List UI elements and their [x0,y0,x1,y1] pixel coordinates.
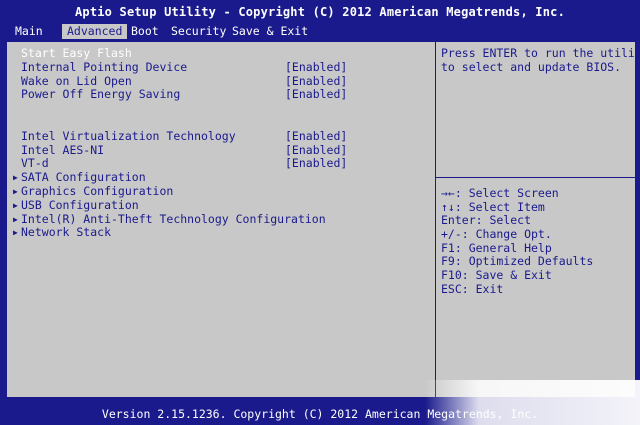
submenu-usb-configuration[interactable]: ▶ USB Configuration [13,199,433,212]
submenu-arrow-icon: ▶ [13,187,18,196]
tab-advanced[interactable]: Advanced [62,24,128,39]
key-enter: Enter: Select [441,213,532,228]
submenu-label: USB Configuration [21,198,139,212]
setup-panel: Start Easy Flash Internal Pointing Devic… [6,41,640,398]
setting-vt-d[interactable]: VT-d [Enabled] [13,157,433,170]
setting-label: Intel Virtualization Technology [21,129,236,143]
tab-main[interactable]: Main [10,24,48,39]
submenu-arrow-icon: ▶ [13,173,18,182]
submenu-arrow-icon: ▶ [13,228,18,237]
submenu-label: Graphics Configuration [21,184,174,198]
setting-internal-pointing-device[interactable]: Internal Pointing Device [Enabled] [13,61,433,74]
watermark-overlay [425,380,640,425]
submenu-graphics-configuration[interactable]: ▶ Graphics Configuration [13,185,433,198]
key-select-screen: →←: Select Screen [441,186,559,200]
key-optimized-defaults: F9: Optimized Defaults [441,254,594,269]
key-esc-exit: ESC: Exit [441,281,504,296]
setting-label: Power Off Energy Saving [21,87,181,101]
title-text: Aptio Setup Utility - Copyright (C) 2012… [74,5,566,19]
help-text-line-1: Press ENTER to run the utility [441,46,640,60]
setting-label: Start Easy Flash [21,46,132,60]
setting-power-off-energy-saving[interactable]: Power Off Energy Saving [Enabled] [13,88,433,101]
tab-boot[interactable]: Boot [126,24,164,39]
key-legend: →←: Select Screen ↑↓: Select Item Enter:… [441,186,594,297]
tab-save-exit[interactable]: Save & Exit [227,24,313,39]
help-text-line-2: to select and update BIOS. [441,60,622,74]
setting-intel-virtualization[interactable]: Intel Virtualization Technology [Enabled… [13,130,433,143]
submenu-label: SATA Configuration [21,170,146,184]
help-divider [436,177,635,178]
tab-security[interactable]: Security [166,24,231,39]
submenu-sata-configuration[interactable]: ▶ SATA Configuration [13,171,433,184]
setting-value[interactable]: [Enabled] [285,61,347,74]
setting-start-easy-flash[interactable]: Start Easy Flash [13,47,433,60]
setting-value[interactable]: [Enabled] [285,157,347,170]
key-general-help: F1: General Help [441,240,552,255]
submenu-label: Network Stack [21,225,112,239]
setting-label: Internal Pointing Device [21,60,188,74]
title-bar: Aptio Setup Utility - Copyright (C) 2012… [0,0,640,24]
key-save-exit: F10: Save & Exit [441,268,552,283]
submenu-arrow-icon: ▶ [13,215,18,224]
tab-bar: Main Advanced Boot Security Save & Exit [0,24,640,39]
setting-value[interactable]: [Enabled] [285,88,347,101]
setting-intel-aes-ni[interactable]: Intel AES-NI [Enabled] [13,144,433,157]
panel-divider [435,42,436,397]
key-select-item: ↑↓: Select Item [441,199,545,214]
submenu-arrow-icon: ▶ [13,201,18,210]
setting-label: VT-d [21,156,49,170]
key-change-opt: +/-: Change Opt. [441,227,552,242]
submenu-network-stack[interactable]: ▶ Network Stack [13,226,433,239]
setting-value[interactable]: [Enabled] [285,130,347,143]
